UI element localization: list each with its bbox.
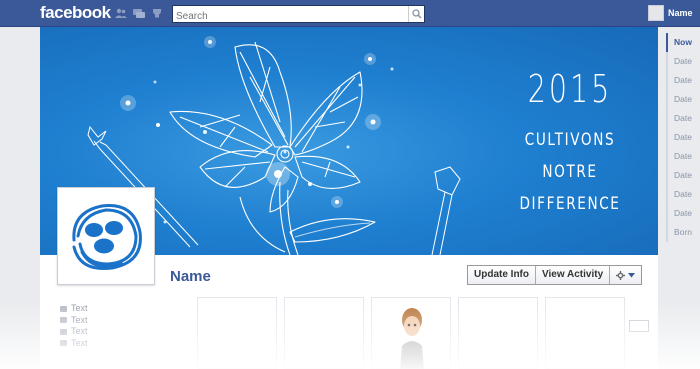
profile-info-list: Text Text Text Text <box>60 303 88 349</box>
timeline-nav-item[interactable]: Date <box>666 90 700 109</box>
cover-line-3: DIFFERENCE <box>519 194 621 214</box>
info-icon <box>60 305 67 312</box>
update-info-button[interactable]: Update Info <box>468 266 536 284</box>
nest-logo-icon <box>72 204 142 271</box>
timeline-nav-item[interactable]: Date <box>666 71 700 90</box>
search-input[interactable] <box>173 8 403 25</box>
friend-avatar-icon <box>400 308 424 369</box>
info-row: Text <box>60 326 88 338</box>
summary-tile[interactable] <box>284 297 364 369</box>
user-name-link[interactable]: Name <box>668 8 693 18</box>
edit-tile-button[interactable] <box>629 320 649 332</box>
info-row: Text <box>60 303 88 315</box>
info-icon <box>60 328 67 335</box>
search-icon[interactable] <box>408 6 424 22</box>
cover-line-1: CULTIVONS <box>524 130 616 150</box>
friends-tile[interactable] <box>371 297 451 369</box>
facebook-logo[interactable]: facebook <box>40 3 111 23</box>
timeline-nav: Now Date Date Date Date Date Date Date Date Date B… <box>666 33 700 242</box>
gear-icon <box>616 270 626 280</box>
top-bar: facebook Name <box>0 0 700 27</box>
timeline-nav-item[interactable]: Born <box>666 223 700 242</box>
info-icon <box>60 317 67 324</box>
summary-tile[interactable] <box>545 297 625 369</box>
timeline-nav-item[interactable]: Date <box>666 109 700 128</box>
info-row: Text <box>60 315 88 327</box>
timeline-nav-item[interactable]: Date <box>666 204 700 223</box>
timeline-nav-item[interactable]: Date <box>666 166 700 185</box>
summary-tile[interactable] <box>458 297 538 369</box>
chevron-down-icon <box>628 272 636 277</box>
settings-dropdown-button[interactable] <box>610 266 641 284</box>
messages-icon[interactable] <box>133 8 145 19</box>
view-activity-button[interactable]: View Activity <box>536 266 611 284</box>
timeline-nav-item[interactable]: Date <box>666 52 700 71</box>
cover-line-2: NOTRE <box>542 162 598 182</box>
timeline-nav-item[interactable]: Now <box>666 33 700 52</box>
user-avatar[interactable] <box>648 5 664 21</box>
profile-picture[interactable] <box>57 187 155 285</box>
info-icon <box>60 340 67 347</box>
search-box[interactable] <box>172 5 425 25</box>
info-row: Text <box>60 338 88 350</box>
profile-actions: Update Info View Activity <box>467 265 643 285</box>
profile-name[interactable]: Name <box>170 268 211 285</box>
notifications-icon[interactable] <box>151 8 163 19</box>
timeline-nav-item[interactable]: Date <box>666 128 700 147</box>
timeline-nav-item[interactable]: Date <box>666 185 700 204</box>
cover-year: 2015 <box>527 67 613 111</box>
summary-tile[interactable] <box>197 297 277 369</box>
friend-requests-icon[interactable] <box>115 8 127 19</box>
timeline-nav-item[interactable]: Date <box>666 147 700 166</box>
